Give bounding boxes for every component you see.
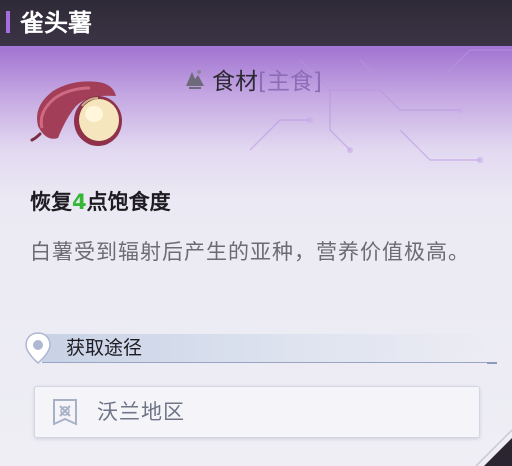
item-effect: 恢复4点饱食度 (30, 186, 171, 218)
source-header: 获取途径 (66, 337, 143, 359)
category-sub-label: [主食] (258, 69, 322, 95)
title-accent (6, 11, 10, 33)
category-label: 食材 (212, 69, 258, 95)
item-category: 食材 [主食] (182, 62, 322, 96)
source-location-button[interactable]: 沃兰地区 (34, 386, 480, 438)
item-detail-card: 雀头薯 食材 [主食] 恢复4点饱食度 白薯受到辐射后产生的亚种，营养价值极高。… (0, 0, 512, 466)
divider (487, 362, 497, 364)
title-bar: 雀头薯 (0, 0, 512, 48)
item-name: 雀头薯 (20, 9, 92, 37)
source-section: 获取途径 (20, 330, 500, 366)
item-description: 白薯受到辐射后产生的亚种，营养价值极高。 (30, 240, 470, 264)
location-pin-icon (25, 332, 51, 364)
effect-value: 4 (72, 190, 87, 214)
effect-suffix: 点饱食度 (86, 190, 171, 214)
effect-prefix: 恢复 (30, 190, 72, 214)
location-name: 沃兰地区 (97, 400, 185, 424)
ingredient-icon (186, 70, 204, 89)
region-map-icon (53, 399, 77, 426)
corner-decoration (475, 429, 512, 466)
sweet-potato-icon (30, 81, 122, 146)
